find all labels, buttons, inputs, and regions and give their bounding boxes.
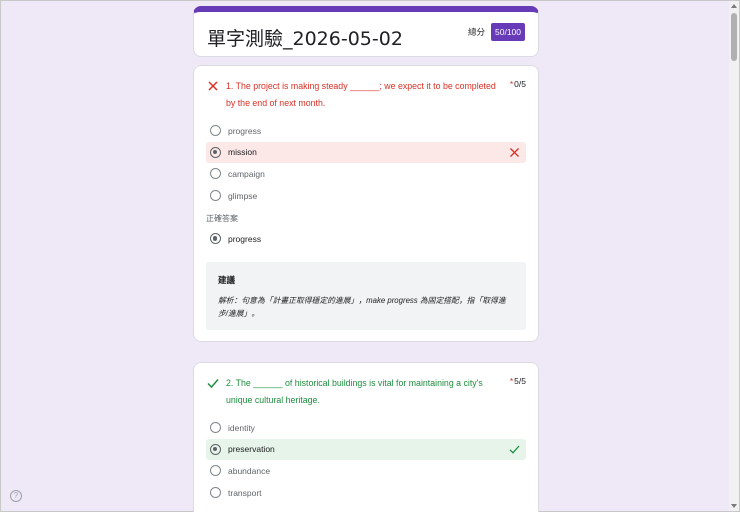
scroll-thumb[interactable] bbox=[731, 13, 737, 61]
form-header-card: 單字測驗_2026-05-02 總分 50/100 bbox=[193, 6, 539, 57]
scroll-up-arrow-icon[interactable] bbox=[731, 4, 737, 8]
option-label: transport bbox=[228, 487, 262, 498]
option-progress[interactable]: progress bbox=[206, 120, 526, 142]
option-mission[interactable]: mission bbox=[206, 141, 526, 164]
option-label: glimpse bbox=[228, 190, 258, 201]
options-list: identity preservation abundance transpor… bbox=[206, 417, 526, 503]
question-text: 1. The project is making steady ______; … bbox=[226, 81, 496, 108]
feedback-box: 建議 解析：句意為「計畫正取得穩定的進展」，make progress 為固定搭… bbox=[206, 262, 526, 330]
option-label: campaign bbox=[228, 168, 265, 179]
question-points: *5/5 bbox=[510, 376, 526, 386]
option-preservation[interactable]: preservation bbox=[206, 438, 526, 461]
correct-answer-label: 正確答案 bbox=[206, 214, 238, 223]
option-label: progress bbox=[228, 125, 262, 136]
scroll-down-arrow-icon[interactable] bbox=[731, 504, 737, 508]
points-value: 0/5 bbox=[514, 79, 526, 89]
question-header: 1. The project is making steady ______; … bbox=[206, 78, 526, 112]
question-text: 2. The ______ of historical buildings is… bbox=[226, 378, 483, 405]
radio-button[interactable] bbox=[210, 146, 221, 158]
option-label: identity bbox=[228, 422, 255, 433]
option-identity[interactable]: identity bbox=[206, 417, 526, 439]
feedback-text: 解析：句意為「計畫正取得穩定的進展」，make progress 為固定搭配，指… bbox=[218, 296, 506, 318]
help-icon[interactable]: ? bbox=[10, 490, 22, 502]
radio-button[interactable] bbox=[210, 487, 221, 499]
check-icon bbox=[509, 445, 520, 454]
radio-button bbox=[210, 233, 221, 245]
question-header: 2. The ______ of historical buildings is… bbox=[206, 375, 526, 409]
required-mark: * bbox=[509, 376, 514, 386]
option-label: preservation bbox=[228, 444, 275, 455]
options-list: progress mission campaign glimpse bbox=[206, 120, 526, 206]
option-label: progress bbox=[228, 233, 262, 244]
option-label: abundance bbox=[228, 465, 271, 476]
feedback-title: 建議 bbox=[218, 275, 236, 285]
form-content: 單字測驗_2026-05-02 總分 50/100 1. The project… bbox=[193, 6, 539, 512]
question-card-1: 1. The project is making steady ______; … bbox=[193, 65, 539, 342]
form-title: 單字測驗_2026-05-02 bbox=[207, 28, 403, 50]
option-transport[interactable]: transport bbox=[206, 482, 526, 504]
radio-button[interactable] bbox=[210, 443, 221, 455]
score-label: 總分 bbox=[467, 27, 485, 37]
radio-button[interactable] bbox=[210, 168, 221, 180]
total-score: 總分 50/100 bbox=[468, 23, 525, 41]
check-icon bbox=[207, 379, 219, 389]
score-badge: 50/100 bbox=[491, 23, 525, 41]
required-mark: * bbox=[509, 79, 514, 89]
x-icon bbox=[208, 81, 218, 91]
x-icon bbox=[510, 147, 519, 157]
question-card-2: 2. The ______ of historical buildings is… bbox=[193, 362, 539, 512]
correct-option: progress bbox=[206, 228, 526, 250]
option-label: mission bbox=[228, 147, 257, 158]
vertical-scrollbar[interactable] bbox=[729, 1, 739, 511]
option-glimpse[interactable]: glimpse bbox=[206, 185, 526, 207]
option-campaign[interactable]: campaign bbox=[206, 163, 526, 185]
correct-answer: progress bbox=[206, 228, 526, 250]
points-value: 5/5 bbox=[514, 376, 526, 386]
question-points: *0/5 bbox=[510, 79, 526, 89]
radio-button[interactable] bbox=[210, 190, 221, 202]
radio-button[interactable] bbox=[210, 125, 221, 137]
radio-button[interactable] bbox=[210, 422, 221, 434]
option-abundance[interactable]: abundance bbox=[206, 460, 526, 482]
radio-button[interactable] bbox=[210, 465, 221, 477]
